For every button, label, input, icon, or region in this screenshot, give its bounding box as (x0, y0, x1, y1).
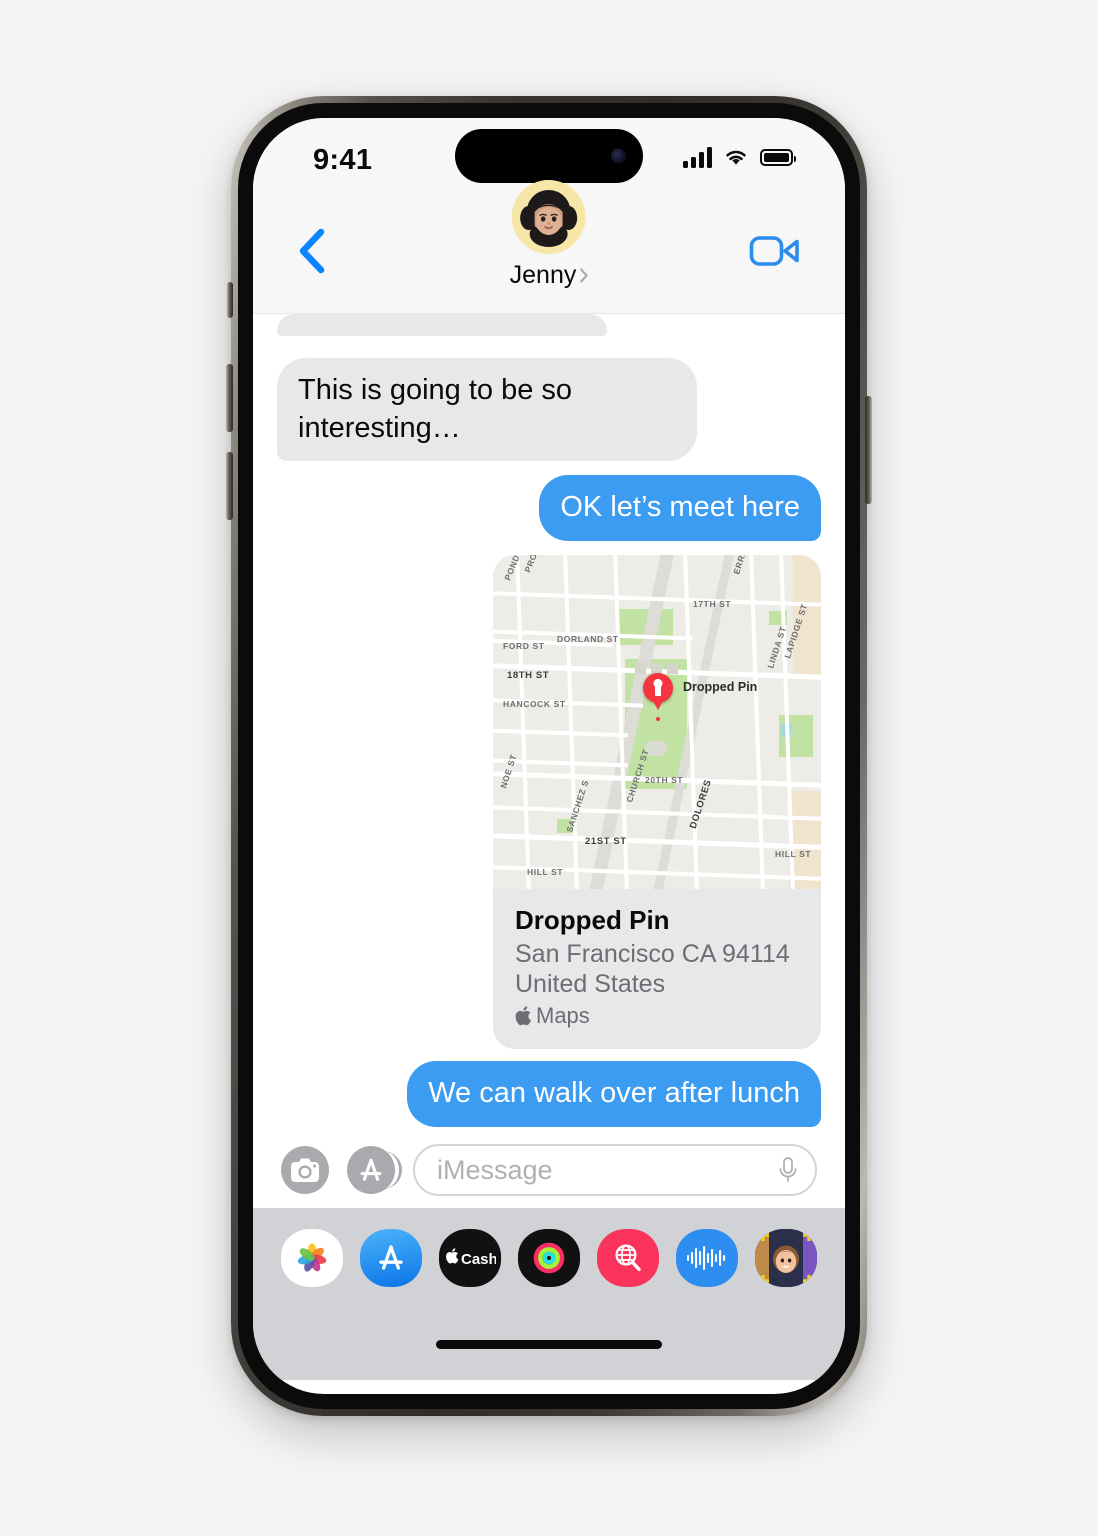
volume-up-button[interactable] (226, 364, 233, 432)
images-search-app-icon[interactable] (597, 1229, 659, 1287)
app-store-icon (360, 1158, 382, 1181)
apple-cash-app-icon[interactable]: Cash (439, 1229, 501, 1287)
home-indicator[interactable] (436, 1339, 662, 1349)
app-store-app-icon[interactable] (360, 1229, 422, 1287)
message-bubble-incoming[interactable]: This is going to be so interesting… (270, 358, 697, 462)
location-title: Dropped Pin (515, 905, 670, 936)
imessage-placeholder: iMessage (437, 1154, 553, 1185)
conversation-header: Jenny (253, 180, 845, 314)
imessage-app-drawer[interactable]: Cash (253, 1208, 845, 1308)
memoji-app-icon[interactable] (755, 1229, 817, 1287)
map-street-label: HILL ST (527, 867, 564, 878)
cellular-signal-icon (683, 146, 712, 168)
map-pin-icon[interactable] (643, 673, 673, 704)
map-pin-label: Dropped Pin (683, 680, 758, 695)
map-canvas (493, 555, 821, 890)
message-row-outgoing[interactable]: OK let’s meet here (277, 475, 828, 542)
chevron-right-icon (579, 268, 588, 283)
status-indicators (683, 146, 796, 168)
battery-full-icon (760, 148, 796, 166)
camera-button[interactable] (281, 1146, 329, 1194)
memoji-avatar[interactable] (512, 180, 586, 254)
partial-bubble (277, 314, 607, 336)
apple-logo-icon (515, 1006, 531, 1026)
map-street-label: 17TH ST (693, 599, 732, 610)
location-message-row[interactable]: PROSPER STPOND STFORD STDORLAND ST17TH S… (277, 555, 821, 1050)
microphone-icon[interactable] (777, 1155, 799, 1185)
location-details: Dropped Pin San Francisco CA 94114 Unite… (493, 889, 821, 1049)
iphone-device-frame: 9:41 Jenny This is going to be so intere… (226, 96, 872, 1416)
message-bubble-outgoing[interactable]: OK let’s meet here (539, 475, 828, 542)
status-clock: 9:41 (313, 144, 373, 176)
svg-text:Cash: Cash (461, 1251, 496, 1268)
map-street-label: 18TH ST (507, 670, 550, 682)
location-provider-label: Maps (536, 1003, 590, 1029)
wifi-icon (726, 150, 746, 165)
contact-header[interactable]: Jenny (510, 180, 589, 290)
map-street-label: DORLAND ST (557, 634, 619, 645)
volume-down-button[interactable] (226, 452, 233, 520)
device-bezel: 9:41 Jenny This is going to be so intere… (238, 103, 860, 1409)
map-street-label: FORD ST (503, 641, 545, 652)
silent-switch[interactable] (227, 282, 233, 318)
device-screen: 9:41 Jenny This is going to be so intere… (253, 118, 845, 1394)
home-indicator-area (253, 1308, 845, 1380)
map-pin-group[interactable]: Dropped Pin (643, 673, 757, 722)
app-store-button[interactable] (347, 1146, 402, 1194)
camera-icon (291, 1158, 319, 1182)
back-chevron-icon[interactable] (295, 228, 329, 274)
map-street-label: HANCOCK ST (503, 699, 566, 710)
map-street-label: HILL ST (775, 849, 812, 860)
map-preview[interactable]: PROSPER STPOND STFORD STDORLAND ST17TH S… (493, 555, 821, 890)
message-input-bar: iMessage (253, 1132, 845, 1208)
dynamic-island (455, 129, 643, 183)
message-row-incoming[interactable]: This is going to be so interesting… (270, 358, 821, 462)
map-street-label: 20TH ST (645, 775, 684, 786)
message-partial-top (277, 314, 821, 344)
message-list[interactable]: This is going to be so interesting… OK l… (253, 314, 845, 1132)
location-card[interactable]: PROSPER STPOND STFORD STDORLAND ST17TH S… (493, 555, 821, 1050)
message-row-outgoing-2[interactable]: We can walk over after lunch (277, 1061, 828, 1127)
imessage-input-field[interactable]: iMessage (413, 1144, 817, 1196)
contact-name: Jenny (509, 261, 577, 289)
power-button[interactable] (865, 396, 872, 504)
fitness-app-icon[interactable] (518, 1229, 580, 1287)
message-bubble-outgoing-2[interactable]: We can walk over after lunch (407, 1061, 828, 1127)
facetime-video-icon[interactable] (749, 232, 801, 270)
photos-app-icon[interactable] (281, 1229, 343, 1287)
front-camera-icon (611, 148, 626, 164)
map-street-label: 21ST ST (585, 836, 627, 848)
screenshot-root: 9:41 Jenny This is going to be so intere… (0, 0, 1098, 1536)
audio-message-app-icon[interactable] (676, 1229, 738, 1287)
location-address-line1: San Francisco CA 94114 (515, 940, 790, 969)
location-address-line2: United States (515, 970, 666, 999)
location-provider: Maps (515, 1003, 799, 1029)
